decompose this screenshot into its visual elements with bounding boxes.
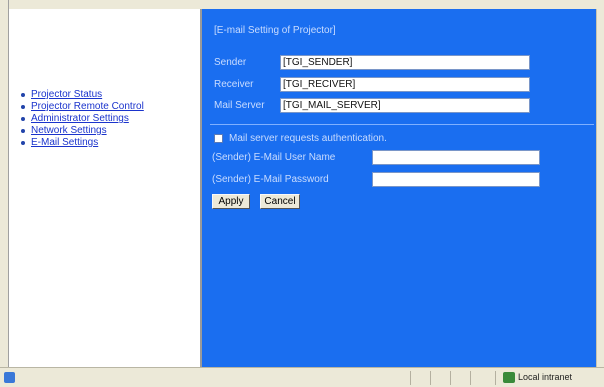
- window-top-border: [0, 0, 604, 9]
- network-settings-link[interactable]: Network Settings: [31, 125, 107, 136]
- mail-server-input[interactable]: [280, 98, 530, 113]
- auth-row: Mail server requests authentication.: [214, 133, 387, 144]
- nav-item-projector-remote-control: Projector Remote Control: [21, 101, 144, 112]
- administrator-settings-link[interactable]: Administrator Settings: [31, 113, 129, 124]
- receiver-input[interactable]: [280, 77, 530, 92]
- sender-label: Sender: [214, 57, 247, 68]
- status-separator: [470, 371, 471, 385]
- status-separator: [430, 371, 431, 385]
- security-zone-label: Local intranet: [518, 372, 573, 382]
- password-label: (Sender) E-Mail Password: [212, 174, 329, 185]
- mail-server-label: Mail Server: [214, 100, 265, 111]
- status-separator: [410, 371, 411, 385]
- email-settings-link[interactable]: E-Mail Settings: [31, 137, 98, 148]
- bullet-icon: [21, 104, 25, 109]
- page-title: [E-mail Setting of Projector]: [214, 25, 336, 36]
- status-separator: [495, 371, 496, 385]
- apply-button[interactable]: Apply: [212, 194, 250, 209]
- nav-item-administrator-settings: Administrator Settings: [21, 113, 144, 124]
- receiver-label: Receiver: [214, 79, 254, 90]
- bullet-icon: [21, 116, 25, 121]
- ie-page-icon: [4, 372, 15, 383]
- auth-checkbox[interactable]: [214, 134, 223, 143]
- password-row: (Sender) E-Mail Password: [212, 172, 540, 187]
- auth-label: Mail server requests authentication.: [229, 133, 387, 144]
- nav-item-projector-status: Projector Status: [21, 89, 144, 100]
- projector-status-link[interactable]: Projector Status: [31, 89, 102, 100]
- navigation-frame: Projector Status Projector Remote Contro…: [9, 9, 202, 367]
- bullet-icon: [21, 92, 25, 97]
- status-separator: [450, 371, 451, 385]
- nav-item-network-settings: Network Settings: [21, 125, 144, 136]
- username-label: (Sender) E-Mail User Name: [212, 152, 336, 163]
- email-settings-frame: [E-mail Setting of Projector] Sender Rec…: [202, 9, 596, 367]
- nav-item-email-settings: E-Mail Settings: [21, 137, 144, 148]
- projector-remote-control-link[interactable]: Projector Remote Control: [31, 101, 144, 112]
- bullet-icon: [21, 140, 25, 145]
- section-divider: [210, 124, 594, 125]
- mail-server-row: Mail Server: [214, 98, 530, 113]
- frame-scroll-strip: [596, 9, 604, 367]
- sender-input[interactable]: [280, 55, 530, 70]
- cancel-button[interactable]: Cancel: [260, 194, 300, 209]
- bullet-icon: [21, 128, 25, 133]
- status-bar: Local intranet: [0, 367, 604, 387]
- receiver-row: Receiver: [214, 77, 530, 92]
- sender-row: Sender: [214, 55, 530, 70]
- window-left-border: [0, 0, 9, 387]
- local-intranet-icon: [503, 372, 515, 383]
- password-input[interactable]: [372, 172, 540, 187]
- username-row: (Sender) E-Mail User Name: [212, 150, 540, 165]
- nav-list: Projector Status Projector Remote Contro…: [21, 89, 144, 149]
- username-input[interactable]: [372, 150, 540, 165]
